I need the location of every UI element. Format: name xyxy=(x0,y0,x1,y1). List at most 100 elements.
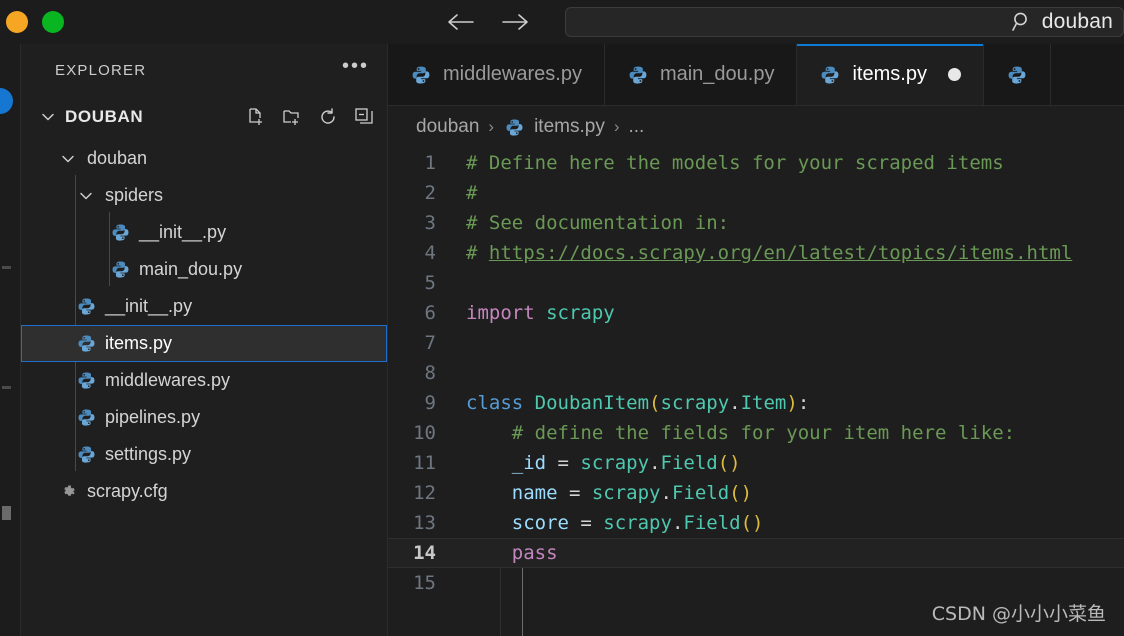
code-line[interactable]: 10 # define the fields for your item her… xyxy=(388,418,1124,448)
code-line[interactable]: 5 xyxy=(388,268,1124,298)
code-token: # Define here the models for your scrape… xyxy=(466,152,1004,174)
code-line[interactable]: 7 xyxy=(388,328,1124,358)
search-value: douban xyxy=(1041,10,1113,33)
activity-badge[interactable] xyxy=(0,88,13,114)
tree-item-douban[interactable]: douban xyxy=(21,140,387,177)
tree-item-scrapy-cfg[interactable]: scrapy.cfg xyxy=(21,473,387,510)
breadcrumb-item-folder[interactable]: douban xyxy=(416,116,479,138)
tree-item-label: main_dou.py xyxy=(139,259,243,279)
code-token: # xyxy=(466,182,478,204)
gear-file-icon xyxy=(57,481,79,503)
code-token: = xyxy=(557,482,592,504)
forward-arrow-icon[interactable] xyxy=(501,9,531,35)
code-token: : xyxy=(797,392,810,414)
editor-tab-items-py[interactable]: items.py xyxy=(797,44,984,105)
minimize-button[interactable] xyxy=(6,11,28,33)
tree-item-middlewares-py[interactable]: middlewares.py xyxy=(21,362,387,399)
refresh-icon[interactable] xyxy=(317,106,339,128)
tree-item-label: spiders xyxy=(105,185,164,205)
tree-item--init-py[interactable]: __init__.py xyxy=(21,214,387,251)
tree-item-items-py[interactable]: items.py xyxy=(21,325,387,362)
code-token: ( xyxy=(649,392,661,414)
chevron-down-icon[interactable] xyxy=(75,185,97,207)
code-token: _id xyxy=(511,452,547,474)
new-folder-icon[interactable] xyxy=(281,106,303,128)
code-line[interactable]: 8 xyxy=(388,358,1124,388)
title-bar: douban xyxy=(0,0,1124,44)
chevron-down-icon[interactable] xyxy=(57,148,79,170)
python-file-icon xyxy=(627,64,649,86)
line-number: 15 xyxy=(413,572,436,594)
explorer-actions xyxy=(245,106,375,128)
code-token: class xyxy=(466,392,524,414)
breadcrumb: douban › items.py › ... xyxy=(388,106,1124,148)
code-line[interactable]: 11 _id = scrapy.Field() xyxy=(388,448,1124,478)
tree-item--init-py[interactable]: __init__.py xyxy=(21,288,387,325)
code-token: = xyxy=(568,512,604,534)
breadcrumb-item-symbol[interactable]: ... xyxy=(629,116,645,138)
code-line-text: pass xyxy=(454,538,1124,568)
code-line[interactable]: 6 import scrapy xyxy=(388,298,1124,328)
code-line[interactable]: 3 # See documentation in: xyxy=(388,208,1124,238)
search-input[interactable]: douban xyxy=(565,7,1124,37)
tree-item-main-dou-py[interactable]: main_dou.py xyxy=(21,251,387,288)
python-file-icon xyxy=(1006,64,1028,86)
back-arrow-icon[interactable] xyxy=(445,9,475,35)
code-token: . xyxy=(660,482,672,504)
collapse-all-icon[interactable] xyxy=(353,106,375,128)
line-number: 4 xyxy=(424,242,436,264)
code-line-text: # xyxy=(454,178,1124,208)
tab-dirty-indicator[interactable] xyxy=(947,68,961,81)
code-line[interactable]: 4 # https://docs.scrapy.org/en/latest/top… xyxy=(388,238,1124,268)
tree-item-label: __init__.py xyxy=(105,296,193,316)
tree-item-label: __init__.py xyxy=(139,222,227,242)
code-line[interactable]: 1 # Define here the models for your scrap… xyxy=(388,148,1124,178)
code-line[interactable]: 9 class DoubanItem(scrapy.Item): xyxy=(388,388,1124,418)
editor-tab-main-dou-py[interactable]: main_dou.py xyxy=(604,44,798,105)
editor-tab-overflow[interactable] xyxy=(983,44,1051,105)
breadcrumb-separator-icon: › xyxy=(488,117,495,136)
code-token: Field xyxy=(671,482,730,504)
code-editor[interactable]: 1 # Define here the models for your scrap… xyxy=(388,148,1124,636)
breadcrumb-item-file[interactable]: items.py xyxy=(534,116,605,138)
line-number: 9 xyxy=(424,392,436,414)
code-line[interactable]: 13 score = scrapy.Field() xyxy=(388,508,1124,538)
vscode-window: douban EXPLORER ••• DOUBAN douban spider… xyxy=(0,0,1124,636)
python-file-icon xyxy=(109,259,131,281)
tree-item-pipelines-py[interactable]: pipelines.py xyxy=(21,399,387,436)
code-token: # See documentation in: xyxy=(466,212,730,234)
line-number: 1 xyxy=(424,152,436,174)
tree-item-label: scrapy.cfg xyxy=(87,481,168,501)
line-number: 2 xyxy=(424,182,436,204)
explorer-title: EXPLORER xyxy=(55,61,147,79)
chevron-down-icon[interactable] xyxy=(37,106,59,128)
code-line[interactable]: 12 name = scrapy.Field() xyxy=(388,478,1124,508)
code-line[interactable]: 14 pass xyxy=(388,538,1124,568)
python-file-icon xyxy=(75,370,97,392)
code-line[interactable]: 15 xyxy=(388,568,1124,598)
code-line[interactable]: 2 # xyxy=(388,178,1124,208)
activity-bar xyxy=(0,44,21,636)
editor-tab-middlewares-py[interactable]: middlewares.py xyxy=(388,44,605,105)
more-actions-icon[interactable]: ••• xyxy=(342,56,369,79)
tree-item-settings-py[interactable]: settings.py xyxy=(21,436,387,473)
line-number: 10 xyxy=(413,422,436,444)
python-file-icon xyxy=(410,64,432,86)
maximize-button[interactable] xyxy=(42,11,64,33)
new-file-icon[interactable] xyxy=(245,106,267,128)
code-token: https://docs.scrapy.org/en/latest/topics… xyxy=(488,242,1073,264)
editor-tab-label: middlewares.py xyxy=(443,63,582,85)
python-file-icon xyxy=(75,296,97,318)
code-token: Item xyxy=(740,392,787,414)
code-token: () xyxy=(729,482,753,504)
workspace-root-row[interactable]: DOUBAN xyxy=(21,96,387,138)
activity-marker xyxy=(2,386,11,389)
line-number: 12 xyxy=(413,482,436,504)
activity-scrollbar[interactable] xyxy=(2,506,11,520)
editor-area: middlewares.py main_dou.py items.py douban… xyxy=(388,44,1124,636)
explorer-header: EXPLORER ••• xyxy=(21,44,387,96)
tree-item-spiders[interactable]: spiders xyxy=(21,177,387,214)
line-number: 7 xyxy=(424,332,436,354)
tree-item-label: pipelines.py xyxy=(105,407,201,427)
